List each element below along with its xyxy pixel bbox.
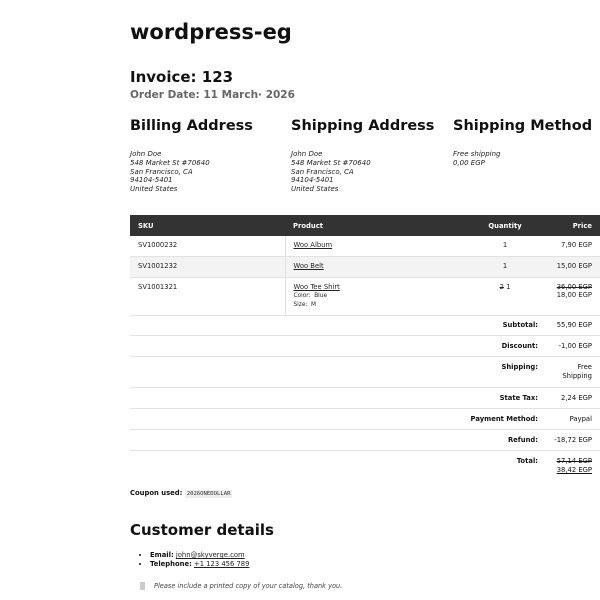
product-link[interactable]: Woo Album xyxy=(294,241,333,249)
shipping-value-line: Shipping xyxy=(562,372,592,380)
totals-row-state-tax: State Tax: 2,24 EGP xyxy=(130,388,600,409)
item-meta-color: Color: Blue xyxy=(294,292,458,300)
coupon-code: 2026ONEDOLLAR xyxy=(184,490,233,498)
order-items-table: SKU Product Quantity Price SV1000232 Woo… xyxy=(130,215,600,316)
table-row: SV1000232 Woo Album 1 7,90 EGP xyxy=(130,236,600,257)
shipping-label: Shipping: xyxy=(501,363,538,371)
shipping-method-cost: 0,00 EGP xyxy=(453,158,485,167)
refund-label: Refund: xyxy=(507,436,538,444)
meta-label: Size: xyxy=(293,301,308,308)
shipping-city: San Francisco, CA xyxy=(291,167,354,176)
column-header-sku: SKU xyxy=(130,215,285,236)
billing-address-heading: Billing Address xyxy=(130,118,253,134)
refund-value: -18,72 EGP xyxy=(554,436,592,444)
customer-details-heading: Customer details xyxy=(130,521,274,539)
coupon-label: Coupon used: xyxy=(130,489,183,497)
item-price: 15,00 EGP xyxy=(545,256,600,278)
item-quantity-original: 2 xyxy=(499,282,504,291)
total-value: 57,14 EGP 38,42 EGP xyxy=(557,457,592,475)
subtotal-label: Subtotal: xyxy=(502,321,538,329)
product-link[interactable]: Woo Tee Shirt xyxy=(294,283,340,291)
item-quantity: 1 xyxy=(465,256,545,278)
subtotal-value: 55,90 EGP xyxy=(556,321,592,329)
column-header-price: Price xyxy=(545,215,600,236)
billing-zip: 94104-5401 xyxy=(130,176,173,185)
shipping-method-name: Free shipping xyxy=(453,150,501,158)
billing-country: United States xyxy=(130,185,178,194)
meta-value: M xyxy=(311,301,317,308)
email-link[interactable]: john@skyverge.com xyxy=(176,551,245,559)
totals-row-total: Total: 57,14 EGP 38,42 EGP xyxy=(130,451,600,481)
item-quantity: 1 xyxy=(465,236,545,257)
shipping-value-line: Free xyxy=(577,363,592,371)
totals-row-subtotal: Subtotal: 55,90 EGP xyxy=(130,315,600,336)
discount-value: -1,00 EGP xyxy=(558,342,592,350)
customer-details-list: Email: john@skyverge.com Telephone: +1 1… xyxy=(130,551,249,569)
item-sku: SV1000232 xyxy=(130,236,285,257)
list-item: Telephone: +1 123 456 789 xyxy=(150,560,249,569)
shipping-country: United States xyxy=(291,185,339,194)
invoice-title: Invoice: 123 xyxy=(130,68,234,86)
column-header-quantity: Quantity xyxy=(465,215,545,236)
shipping-zip: 94104-5401 xyxy=(291,176,334,185)
payment-method-label: Payment Method: xyxy=(470,415,538,423)
item-sku: SV1001321 xyxy=(130,277,285,316)
shipping-address: John Doe 548 Market St #70640 San Franci… xyxy=(291,150,371,194)
total-value-original: 57,14 EGP xyxy=(556,457,592,465)
item-meta-size: Size: M xyxy=(294,301,458,309)
totals-row-shipping: Shipping: Free Shipping xyxy=(130,357,600,388)
total-value-final: 38,42 EGP xyxy=(556,466,592,474)
totals-row-refund: Refund: -18,72 EGP xyxy=(130,430,600,451)
item-price: 18,00 EGP xyxy=(556,290,592,299)
billing-city: San Francisco, CA xyxy=(130,167,193,176)
table-header-row: SKU Product Quantity Price xyxy=(130,215,600,236)
email-label: Email: xyxy=(150,551,174,559)
billing-name: John Doe xyxy=(130,150,162,158)
product-link[interactable]: Woo Belt xyxy=(294,262,324,270)
shipping-method: Free shipping 0,00 EGP xyxy=(453,150,500,168)
totals-row-discount: Discount: -1,00 EGP xyxy=(130,336,600,357)
order-date: Order Date: 11 March· 2026 xyxy=(130,89,295,101)
telephone-label: Telephone: xyxy=(150,560,192,568)
totals-row-payment-method: Payment Method: Paypal xyxy=(130,409,600,430)
payment-method-value: Paypal xyxy=(569,415,592,423)
meta-label: Color: xyxy=(293,292,311,299)
meta-value: Blue xyxy=(314,292,328,299)
billing-address: John Doe 548 Market St #70640 San Franci… xyxy=(130,150,210,194)
customer-note: Please include a printed copy of your ca… xyxy=(140,582,342,590)
item-price: 7,90 EGP xyxy=(545,236,600,257)
billing-street: 548 Market St #70640 xyxy=(130,158,210,167)
shipping-value: Free Shipping xyxy=(562,363,592,381)
shipping-name: John Doe xyxy=(291,150,323,158)
order-totals: Subtotal: 55,90 EGP Discount: -1,00 EGP … xyxy=(130,315,600,481)
table-row: SV1001321 Woo Tee Shirt Color: Blue Size… xyxy=(130,277,600,316)
list-item: Email: john@skyverge.com xyxy=(150,551,249,560)
item-quantity: 1 xyxy=(506,282,511,291)
table-row: SV1001232 Woo Belt 1 15,00 EGP xyxy=(130,256,600,278)
site-title: wordpress-eg xyxy=(130,20,292,44)
item-sku: SV1001232 xyxy=(130,256,285,278)
total-label: Total: xyxy=(516,457,538,465)
shipping-street: 548 Market St #70640 xyxy=(291,158,371,167)
shipping-address-heading: Shipping Address xyxy=(291,118,435,134)
shipping-method-heading: Shipping Method xyxy=(453,118,593,134)
coupon-used: Coupon used: 2026ONEDOLLAR xyxy=(130,489,233,498)
state-tax-value: 2,24 EGP xyxy=(561,394,592,402)
item-price-original: 36,00 EGP xyxy=(556,282,592,291)
state-tax-label: State Tax: xyxy=(499,394,538,402)
column-header-product: Product xyxy=(285,215,465,236)
telephone-link[interactable]: +1 123 456 789 xyxy=(194,560,249,568)
discount-label: Discount: xyxy=(501,342,538,350)
